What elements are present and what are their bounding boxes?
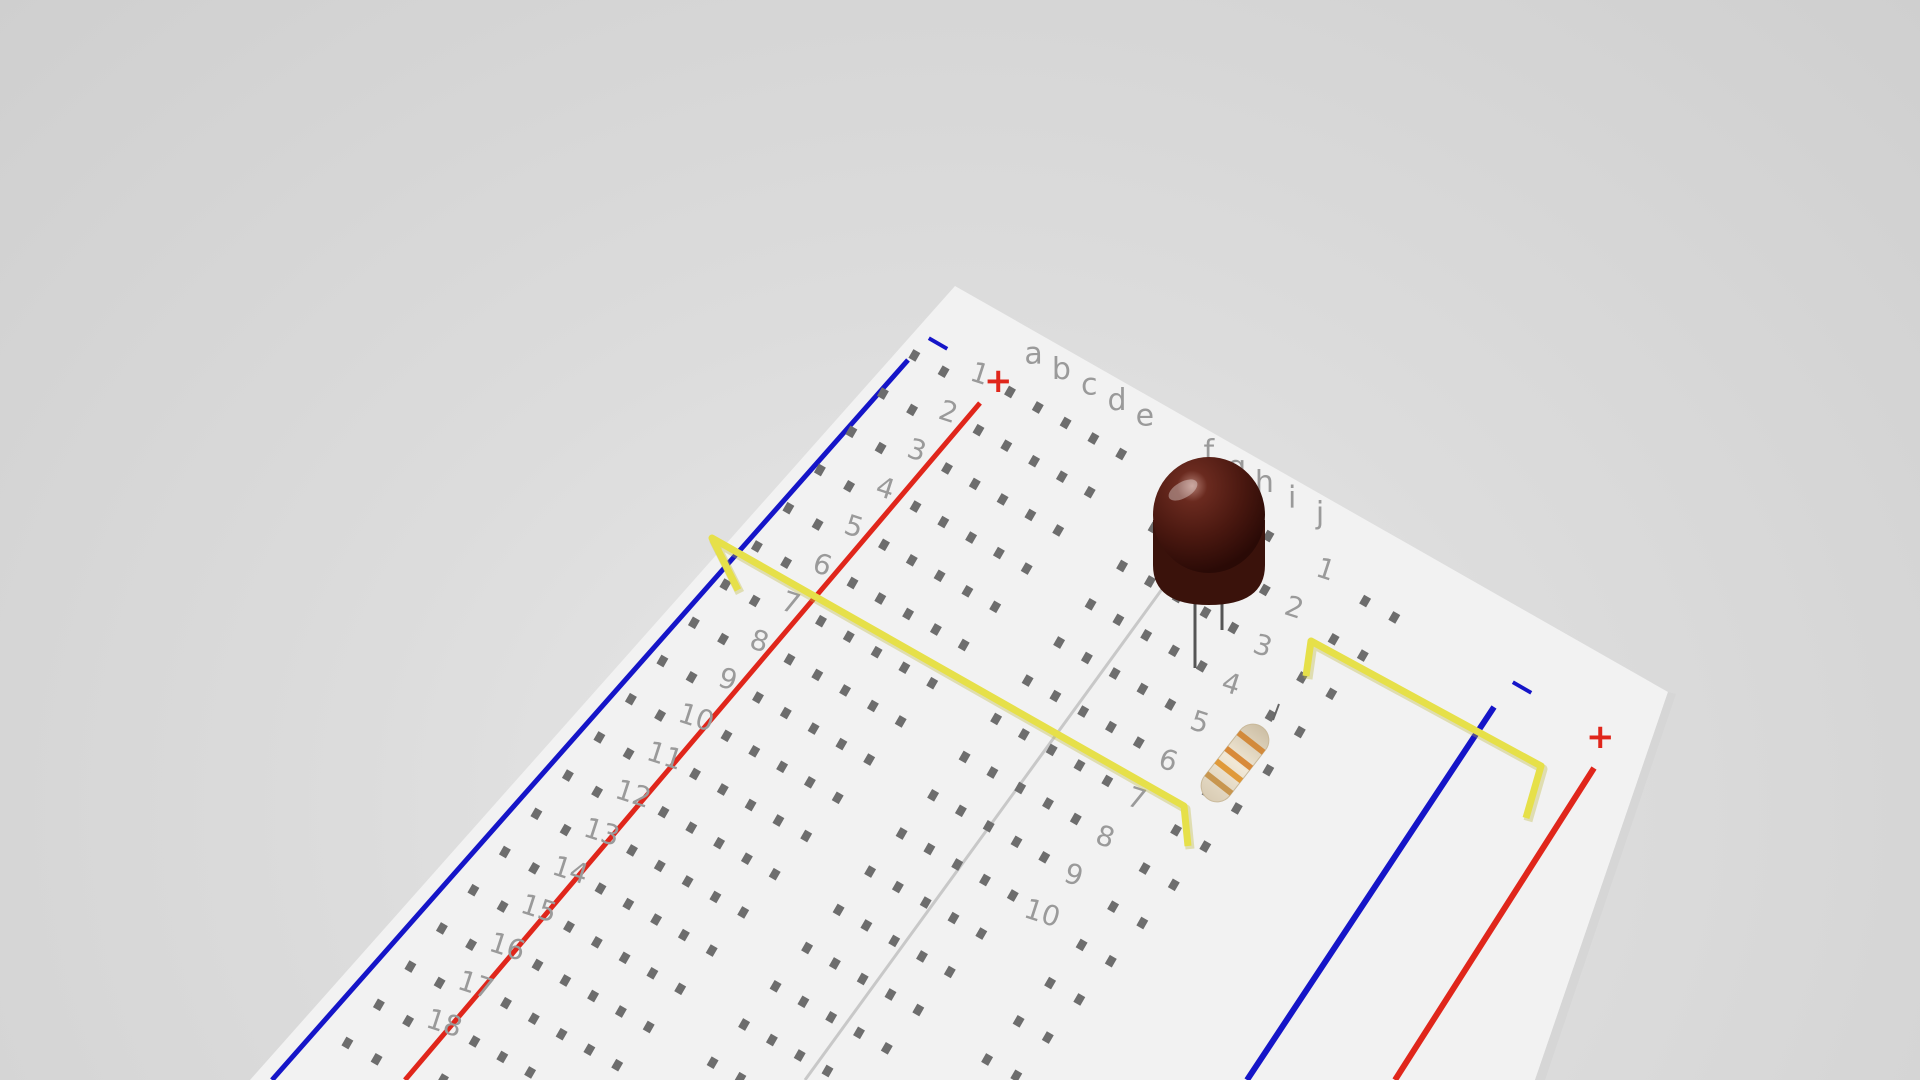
column-label: b (1052, 352, 1071, 387)
column-label: d (1107, 383, 1126, 418)
column-label: i (1288, 481, 1296, 516)
right-rail-positive-sign: + (1586, 717, 1615, 757)
column-label: c (1081, 367, 1098, 402)
column-label: j (1315, 496, 1324, 531)
column-label: a (1024, 336, 1042, 371)
breadboard-scene: − + − + abcdefghij 123456789101112131415… (250, 286, 1676, 1080)
column-label: e (1136, 398, 1154, 433)
